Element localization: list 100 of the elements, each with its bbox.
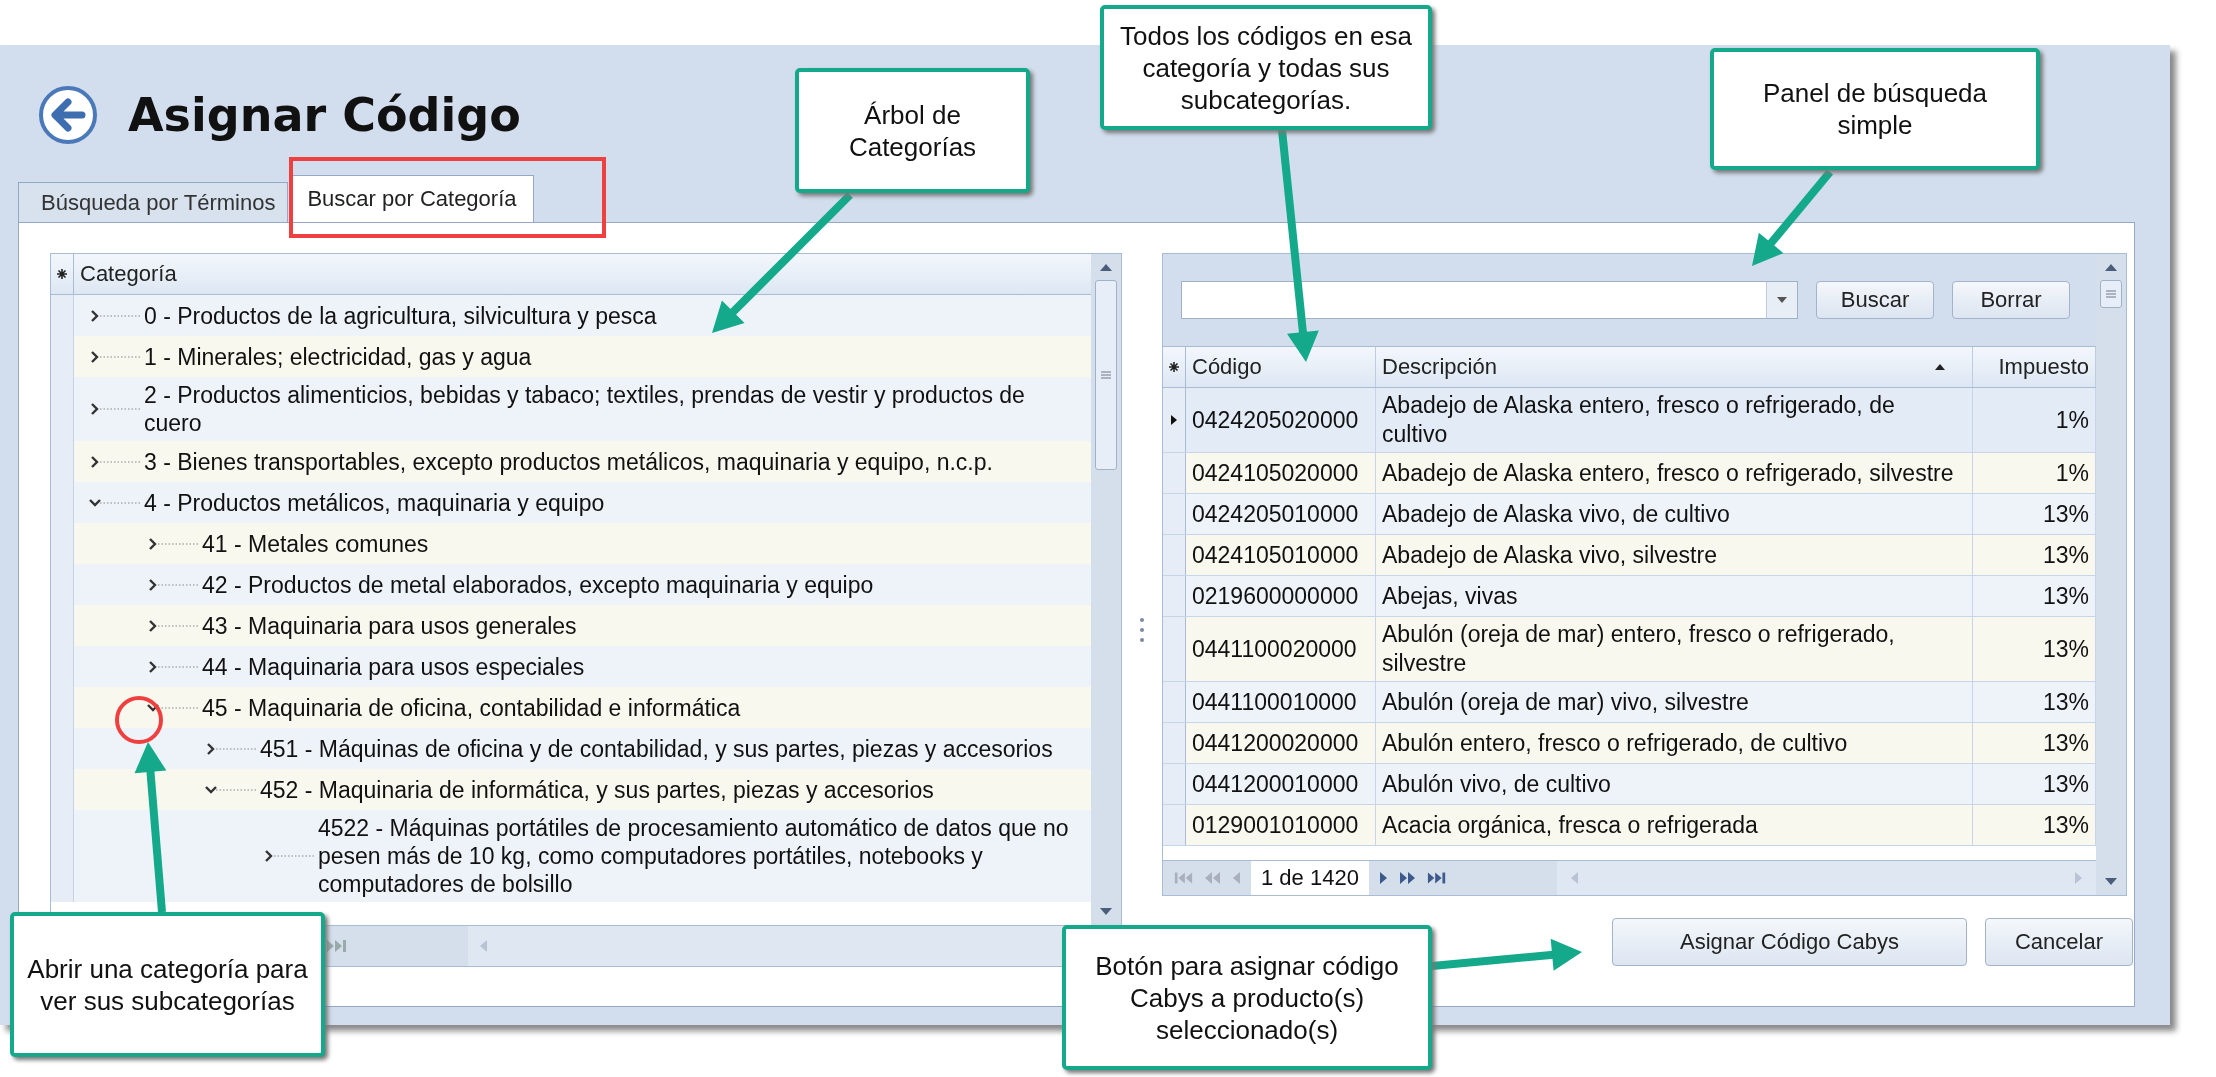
table-cell: Abulón (oreja de mar) entero, fresco o refrigerado, silvestre — [1376, 617, 1973, 681]
tree-row[interactable]: 42 - Productos de metal elaborados, excepto maquinaria y equipo — [51, 564, 1091, 605]
search-button[interactable]: Buscar — [1816, 281, 1934, 319]
table-cell: Abadejo de Alaska entero, fresco o refrigerado, silvestre — [1376, 453, 1973, 493]
tree-row[interactable]: 3 - Bienes transportables, excepto productos metálicos, maquinaria y equipo, n.c.p. — [51, 441, 1091, 482]
tree-row[interactable]: 4522 - Máquinas portátiles de procesamiento automático de datos que no pesen más de 10 kg, como computadores portátiles, notebooks y computadores de bolsillo — [51, 810, 1091, 902]
asterisk-icon — [1168, 361, 1180, 373]
row-header[interactable] — [1163, 453, 1186, 493]
grid-row[interactable]: 0441100010000 Abulón (oreja de mar) vivo, silvestre 13% — [1163, 682, 2096, 723]
table-cell: Acacia orgánica, fresca o refrigerada — [1376, 805, 1973, 845]
tree-row[interactable]: 4 - Productos metálicos, maquinaria y equipo — [51, 482, 1091, 523]
previous-page-icon[interactable] — [1203, 871, 1221, 885]
row-header[interactable] — [1163, 494, 1186, 534]
first-page-icon[interactable] — [1173, 871, 1193, 885]
last-page-icon[interactable] — [1426, 871, 1447, 885]
grid-row[interactable]: 0219600000000 Abejas, vivas 13% — [1163, 576, 2096, 617]
table-cell: 0424205010000 — [1186, 494, 1376, 534]
last-page-icon[interactable] — [326, 939, 348, 953]
callout-tooltip: Botón para asignar código Cabys a producto(s) seleccionado(s) — [1062, 925, 1432, 1070]
row-header[interactable] — [1163, 576, 1186, 616]
category-label: 42 - Productos de metal elaborados, excepto maquinaria y equipo — [202, 570, 874, 600]
splitter-grip-icon[interactable] — [1139, 616, 1145, 643]
grid-row[interactable]: 0441100020000 Abulón (oreja de mar) entero, fresco o refrigerado, silvestre 13% — [1163, 617, 2096, 682]
scroll-down-icon[interactable] — [1099, 907, 1113, 917]
scroll-left-icon[interactable] — [478, 939, 488, 953]
tree-row[interactable]: 1 - Minerales; electricidad, gas y agua — [51, 336, 1091, 377]
table-cell: 0424205020000 — [1186, 388, 1376, 452]
window-title: Asignar Código — [128, 88, 521, 142]
table-cell: Abadejo de Alaska entero, fresco o refrigerado, de cultivo — [1376, 388, 1973, 452]
callout-tooltip: Todos los códigos en esa categoría y todas sus subcategorías. — [1100, 5, 1432, 130]
expander-icon[interactable] — [146, 658, 200, 675]
expander-icon[interactable] — [88, 453, 142, 470]
category-label: 4 - Productos metálicos, maquinaria y equipo — [144, 488, 605, 518]
scroll-down-icon[interactable] — [2104, 877, 2118, 887]
scrollbar-thumb[interactable] — [1095, 280, 1117, 470]
table-cell: 0441200010000 — [1186, 764, 1376, 804]
table-cell: 0441100010000 — [1186, 682, 1376, 722]
category-label: 44 - Maquinaria para usos especiales — [202, 652, 585, 682]
column-title: Descripción — [1382, 354, 1498, 380]
grid-row[interactable]: 0129001010000 Acacia orgánica, fresca o refrigerada 13% — [1163, 805, 2096, 846]
row-header[interactable] — [1163, 764, 1186, 804]
tree-row[interactable]: 41 - Metales comunes — [51, 523, 1091, 564]
action-button[interactable]: Cancelar — [1985, 918, 2133, 966]
table-cell: Abadejo de Alaska vivo, de cultivo — [1376, 494, 1973, 534]
column-title: Código — [1192, 354, 1263, 380]
callout-tooltip: Abrir una categoría para ver sus subcategorías — [10, 912, 325, 1057]
tree-row[interactable]: 0 - Productos de la agricultura, silvicultura y pesca — [51, 295, 1091, 336]
tree-row[interactable]: 452 - Maquinaria de informática, y sus partes, piezas y accesorios — [51, 769, 1091, 810]
expander-icon[interactable] — [88, 307, 142, 324]
expander-icon[interactable] — [88, 401, 142, 417]
table-cell: Abulón entero, fresco o refrigerado, de cultivo — [1376, 723, 1973, 763]
category-label: 3 - Bienes transportables, excepto productos metálicos, maquinaria y equipo, n.c.p. — [144, 447, 993, 477]
tree-row[interactable]: 451 - Máquinas de oficina y de contabilidad, y sus partes, piezas y accesorios — [51, 728, 1091, 769]
expander-icon[interactable] — [204, 740, 258, 757]
back-button[interactable] — [38, 85, 98, 145]
row-header[interactable] — [1163, 617, 1186, 681]
row-header[interactable] — [1163, 723, 1186, 763]
table-cell: Abadejo de Alaska vivo, silvestre — [1376, 535, 1973, 575]
expander-icon[interactable] — [146, 617, 200, 634]
next-page-icon[interactable] — [1398, 871, 1417, 885]
scroll-up-icon[interactable] — [1099, 262, 1113, 272]
expander-icon[interactable] — [262, 848, 316, 864]
tree-row[interactable]: 44 - Maquinaria para usos especiales — [51, 646, 1091, 687]
tree-row[interactable]: 43 - Maquinaria para usos generales — [51, 605, 1091, 646]
table-cell: 0129001010000 — [1186, 805, 1376, 845]
category-label: 41 - Metales comunes — [202, 529, 429, 559]
table-cell: Abulón vivo, de cultivo — [1376, 764, 1973, 804]
column-header[interactable]: Descripción — [1376, 347, 1973, 387]
scroll-up-icon[interactable] — [2104, 262, 2118, 272]
expander-icon[interactable] — [88, 348, 142, 365]
tab[interactable]: Buscar por Categoría — [290, 175, 534, 222]
category-label: 1 - Minerales; electricidad, gas y agua — [144, 342, 532, 372]
grid-row[interactable]: 0424205010000 Abadejo de Alaska vivo, de cultivo 13% — [1163, 494, 2096, 535]
grid-row[interactable]: 0424205020000 Abadejo de Alaska entero, fresco o refrigerado, de cultivo 1% — [1163, 388, 2096, 453]
category-label: 2 - Productos alimenticios, bebidas y tabaco; textiles, prendas de vestir y productos de cuero — [144, 381, 1026, 438]
table-cell: 0424105010000 — [1186, 535, 1376, 575]
asterisk-icon — [56, 268, 68, 280]
table-cell: 0424105020000 — [1186, 453, 1376, 493]
dropdown-icon[interactable] — [1776, 296, 1788, 304]
row-header[interactable] — [1163, 535, 1186, 575]
grid-row[interactable]: 0441200010000 Abulón vivo, de cultivo 13% — [1163, 764, 2096, 805]
expander-icon[interactable] — [146, 535, 200, 552]
table-cell: 0441100020000 — [1186, 617, 1376, 681]
grid-row[interactable]: 0424105020000 Abadejo de Alaska entero, fresco o refrigerado, silvestre 1% — [1163, 453, 2096, 494]
highlight-circle — [115, 696, 163, 744]
search-field[interactable] — [1181, 281, 1798, 319]
scrollbar-thumb[interactable] — [2100, 280, 2122, 308]
tree-row[interactable]: 2 - Productos alimenticios, bebidas y tabaco; textiles, prendas de vestir y productos de cuero — [51, 377, 1091, 441]
previous-icon[interactable] — [1231, 871, 1241, 885]
tab[interactable]: Búsqueda por Términos — [18, 182, 289, 222]
search-button[interactable]: Borrar — [1952, 281, 2070, 319]
expander-icon[interactable] — [146, 576, 200, 593]
next-icon[interactable] — [1378, 871, 1389, 885]
grid-row[interactable]: 0424105010000 Abadejo de Alaska vivo, silvestre 13% — [1163, 535, 2096, 576]
row-header[interactable] — [1163, 682, 1186, 722]
scroll-right-icon[interactable] — [2074, 871, 2084, 885]
action-button[interactable]: Asignar Código Cabys — [1612, 918, 1967, 966]
grid-row[interactable]: 0441200020000 Abulón entero, fresco o refrigerado, de cultivo 13% — [1163, 723, 2096, 764]
tree-row[interactable]: 45 - Maquinaria de oficina, contabilidad e informática — [51, 687, 1091, 728]
row-header[interactable] — [1163, 805, 1186, 845]
